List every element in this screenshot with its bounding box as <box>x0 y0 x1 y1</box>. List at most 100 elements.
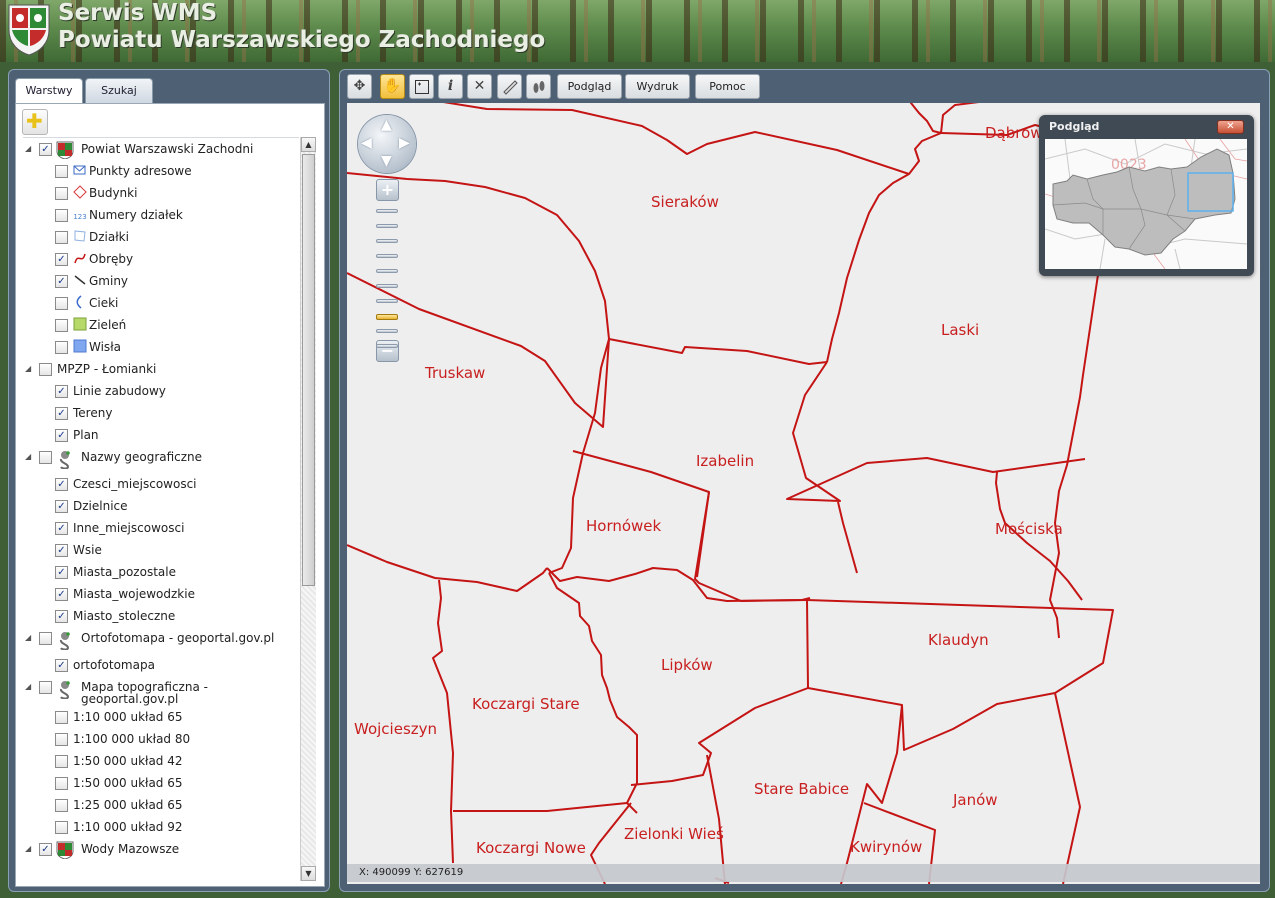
layer-node[interactable]: ✓ Dzielnice <box>23 497 299 517</box>
layer-checkbox[interactable] <box>55 231 68 244</box>
layer-tree-scrollbar[interactable]: ▲ ▼ <box>300 137 316 881</box>
layer-checkbox[interactable]: ✓ <box>55 544 68 557</box>
zoom-box-icon[interactable] <box>409 74 434 99</box>
zoom-level-tick[interactable] <box>376 329 398 333</box>
zoom-level-tick[interactable] <box>376 254 398 258</box>
pan-icon[interactable]: ✥ <box>347 74 372 99</box>
zoom-level-tick[interactable] <box>376 239 398 243</box>
wydruk-button[interactable]: Wydruk <box>625 74 690 99</box>
layer-checkbox[interactable] <box>55 297 68 310</box>
layer-checkbox[interactable] <box>55 711 68 724</box>
pan-control[interactable]: ▲ ◀ ▶ ▼ <box>358 115 416 173</box>
layer-node[interactable]: ✓ Wsie <box>23 541 299 561</box>
layer-node[interactable]: ✓ Inne_miejscowosci <box>23 519 299 539</box>
layer-node[interactable]: 1:100 000 układ 80 <box>23 730 299 750</box>
ruler-icon[interactable] <box>497 74 522 99</box>
zoom-level-tick[interactable] <box>376 314 398 320</box>
layer-checkbox[interactable]: ✓ <box>55 659 68 672</box>
layer-checkbox[interactable]: ✓ <box>55 478 68 491</box>
podglad-button[interactable]: Podgląd <box>557 74 622 99</box>
layer-node[interactable]: ◢ Mapa topograficzna - geoportal.gov.pl <box>23 678 299 706</box>
hand-icon[interactable]: ✋ <box>380 74 405 99</box>
expand-arrow-icon[interactable]: ◢ <box>25 144 31 153</box>
layer-checkbox[interactable] <box>55 187 68 200</box>
layer-node[interactable]: ✓ Obręby <box>23 250 299 270</box>
layer-node[interactable]: 1:10 000 układ 65 <box>23 708 299 728</box>
pomoc-button[interactable]: Pomoc <box>695 74 760 99</box>
layer-checkbox[interactable] <box>55 755 68 768</box>
layer-node[interactable]: ◢ MPZP - Łomianki <box>23 360 299 380</box>
info-icon[interactable]: i <box>438 74 463 99</box>
layer-node[interactable]: 123 Numery działek <box>23 206 299 226</box>
expand-arrow-icon[interactable]: ◢ <box>25 844 31 853</box>
layer-node[interactable]: ◢ ✓ Powiat Warszawski Zachodni <box>23 140 299 160</box>
layer-checkbox[interactable]: ✓ <box>55 429 68 442</box>
expand-arrow-icon[interactable]: ◢ <box>25 452 31 461</box>
footprint-icon[interactable] <box>526 74 551 99</box>
layer-checkbox[interactable]: ✓ <box>55 253 68 266</box>
layer-checkbox[interactable] <box>55 821 68 834</box>
layer-node[interactable]: ✓ Tereny <box>23 404 299 424</box>
tab-szukaj[interactable]: Szukaj <box>85 78 153 103</box>
layer-checkbox[interactable] <box>55 165 68 178</box>
zoom-level-tick[interactable] <box>376 209 398 213</box>
layer-checkbox[interactable]: ✓ <box>55 500 68 513</box>
pan-left-icon[interactable]: ◀ <box>361 135 372 151</box>
layer-checkbox[interactable]: ✓ <box>55 275 68 288</box>
layer-node[interactable]: 1:10 000 układ 92 <box>23 818 299 838</box>
expand-arrow-icon[interactable]: ◢ <box>25 364 31 373</box>
layer-node[interactable]: Działki <box>23 228 299 248</box>
layer-checkbox[interactable]: ✓ <box>55 407 68 420</box>
layer-node[interactable]: ✓ Czesci_miejscowosci <box>23 475 299 495</box>
layer-checkbox[interactable]: ✓ <box>55 385 68 398</box>
layer-checkbox[interactable] <box>39 681 52 694</box>
layer-node[interactable]: Zieleń <box>23 316 299 336</box>
tools-icon[interactable]: ✕ <box>467 74 492 99</box>
layer-node[interactable]: ✓ Miasto_stoleczne <box>23 607 299 627</box>
layer-node[interactable]: Punkty adresowe <box>23 162 299 182</box>
layer-node[interactable]: 1:50 000 układ 42 <box>23 752 299 772</box>
layer-node[interactable]: 1:25 000 układ 65 <box>23 796 299 816</box>
layer-checkbox[interactable]: ✓ <box>39 843 52 856</box>
layer-checkbox[interactable] <box>39 632 52 645</box>
expand-arrow-icon[interactable]: ◢ <box>25 682 31 691</box>
layer-node[interactable]: ✓ Linie zabudowy <box>23 382 299 402</box>
overview-map[interactable]: 0023 <box>1045 139 1247 269</box>
layer-node[interactable]: ✓ Miasta_pozostale <box>23 563 299 583</box>
zoom-level-tick[interactable] <box>376 344 398 348</box>
layer-node[interactable]: Budynki <box>23 184 299 204</box>
expand-arrow-icon[interactable]: ◢ <box>25 633 31 642</box>
layer-node[interactable]: Wisła <box>23 338 299 358</box>
pan-right-icon[interactable]: ▶ <box>399 135 410 151</box>
tab-warstwy[interactable]: Warstwy <box>15 78 83 104</box>
close-icon[interactable]: ✕ <box>1217 120 1244 134</box>
zoom-level-tick[interactable] <box>376 269 398 273</box>
add-layer-button[interactable]: ✚ <box>22 109 48 135</box>
layer-checkbox[interactable] <box>39 363 52 376</box>
layer-checkbox[interactable] <box>55 777 68 790</box>
layer-checkbox[interactable] <box>55 319 68 332</box>
zoom-level-tick[interactable] <box>376 299 398 303</box>
layer-checkbox[interactable] <box>55 799 68 812</box>
layer-checkbox[interactable]: ✓ <box>55 566 68 579</box>
layer-node[interactable]: ◢ Nazwy geograficzne <box>23 448 299 470</box>
layer-node[interactable]: ◢ ✓ Wody Mazowsze <box>23 840 299 860</box>
layer-node[interactable]: ✓ Miasta_wojewodzkie <box>23 585 299 605</box>
pan-down-icon[interactable]: ▼ <box>381 153 392 169</box>
layer-checkbox[interactable]: ✓ <box>55 522 68 535</box>
layer-node[interactable]: ✓ Gminy <box>23 272 299 292</box>
scroll-down-arrow-icon[interactable]: ▼ <box>301 866 316 881</box>
layer-node[interactable]: 1:50 000 układ 65 <box>23 774 299 794</box>
layer-node[interactable]: ◢ Ortofotomapa - geoportal.gov.pl <box>23 629 299 651</box>
layer-node[interactable]: Cieki <box>23 294 299 314</box>
scroll-up-arrow-icon[interactable]: ▲ <box>301 137 316 152</box>
layer-node[interactable]: ✓ Plan <box>23 426 299 446</box>
scroll-thumb[interactable] <box>302 154 315 586</box>
zoom-level-tick[interactable] <box>376 284 398 288</box>
layer-checkbox[interactable]: ✓ <box>55 588 68 601</box>
zoom-in-button[interactable]: + <box>376 179 399 201</box>
layer-checkbox[interactable]: ✓ <box>39 143 52 156</box>
layer-checkbox[interactable]: ✓ <box>55 610 68 623</box>
layer-checkbox[interactable] <box>55 209 68 222</box>
zoom-level-tick[interactable] <box>376 224 398 228</box>
